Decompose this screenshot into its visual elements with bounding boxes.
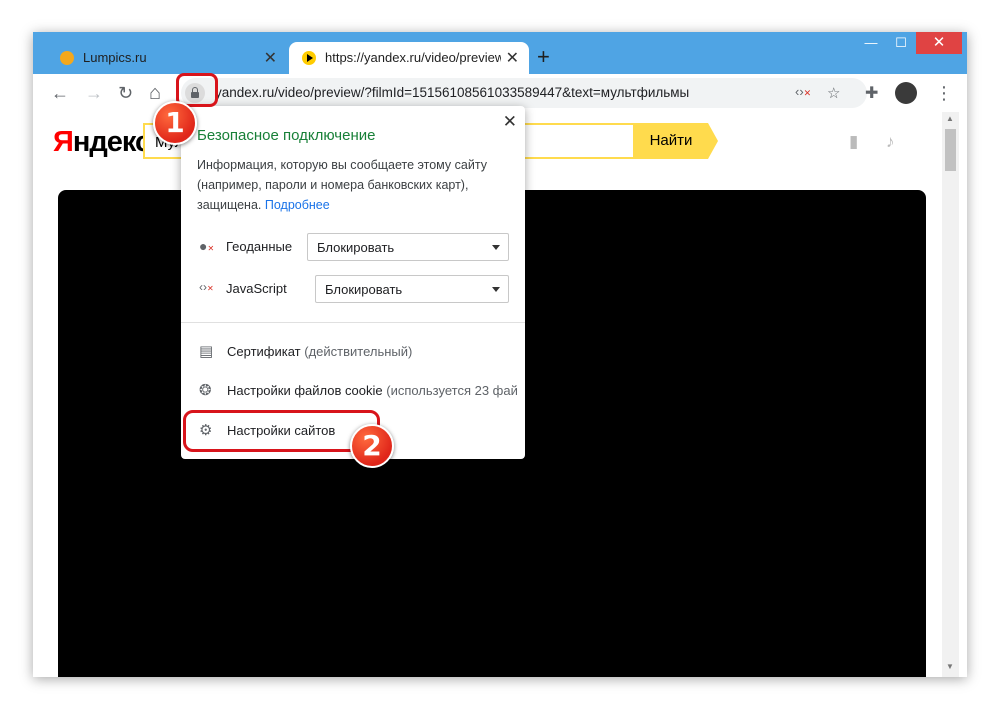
home-button[interactable]: ⌂ xyxy=(149,83,161,103)
tab-title: Lumpics.ru xyxy=(83,50,147,65)
blocked-script-icon[interactable]: ‹›✕ xyxy=(795,84,811,99)
yandex-video-favicon-icon xyxy=(302,51,316,65)
permission-label: JavaScript xyxy=(226,281,287,296)
site-info-popup: ✕ Безопасное подключение Информация, кот… xyxy=(181,106,525,459)
bookmarks-icon[interactable]: ▮ xyxy=(849,132,858,152)
chevron-down-icon xyxy=(492,287,500,292)
connection-description: Информация, которую вы сообщаете этому с… xyxy=(197,158,487,212)
reload-button[interactable]: ↻ xyxy=(118,83,133,103)
extensions-icon[interactable]: ✚ xyxy=(865,83,878,103)
star-icon[interactable]: ☆ xyxy=(827,84,840,102)
divider xyxy=(181,322,525,323)
permission-label: Геоданные xyxy=(226,239,293,254)
cookie-settings-link[interactable]: ❂ Настройки файлов cookie (используется … xyxy=(197,379,517,403)
permission-row-geolocation: ●✕ Геоданные Блокировать xyxy=(197,233,509,261)
profile-avatar[interactable] xyxy=(895,82,917,104)
back-button[interactable]: ← xyxy=(51,83,69,103)
tab-close-icon[interactable]: ✕ xyxy=(506,48,519,68)
forward-button[interactable]: → xyxy=(85,83,103,103)
certificate-icon: ▤ xyxy=(199,343,214,360)
cookie-icon: ❂ xyxy=(199,382,212,399)
scroll-up-icon[interactable]: ▲ xyxy=(946,114,954,123)
scrollbar[interactable]: ▲ ▼ xyxy=(942,112,959,677)
step-2-badge: 2 xyxy=(350,424,394,468)
tab-strip: Lumpics.ru ✕ https://yandex.ru/video/pre… xyxy=(33,32,967,74)
location-blocked-icon: ●✕ xyxy=(199,238,215,254)
learn-more-link[interactable]: Подробнее xyxy=(265,198,330,212)
chevron-down-icon xyxy=(492,245,500,250)
code-blocked-icon: ‹›✕ xyxy=(199,280,214,294)
connection-title: Безопасное подключение xyxy=(197,127,376,144)
tab-close-icon[interactable]: ✕ xyxy=(264,48,277,68)
bell-icon[interactable]: ♪ xyxy=(886,132,895,152)
tab-lumpics[interactable]: Lumpics.ru ✕ xyxy=(47,42,287,74)
certificate-link[interactable]: ▤ Сертификат (действительный) xyxy=(197,340,517,364)
tab-yandex-video[interactable]: https://yandex.ru/video/preview/ ✕ xyxy=(289,42,529,74)
search-button[interactable]: Найти xyxy=(634,123,708,159)
close-window-button[interactable]: ✕ xyxy=(916,32,962,54)
javascript-select[interactable]: Блокировать xyxy=(315,275,509,303)
step-1-badge: 1 xyxy=(153,101,197,145)
yandex-logo[interactable]: Яндекс xyxy=(53,126,151,159)
close-icon[interactable]: ✕ xyxy=(503,112,517,132)
maximize-button[interactable]: ☐ xyxy=(886,32,916,54)
search-button-arrow xyxy=(708,123,718,159)
address-bar[interactable]: yandex.ru/video/preview/?filmId=15156108… xyxy=(181,78,867,108)
new-tab-button[interactable]: + xyxy=(537,46,550,68)
menu-icon[interactable]: ⋮ xyxy=(935,83,953,104)
tab-title: https://yandex.ru/video/preview/ xyxy=(325,50,501,65)
geolocation-select[interactable]: Блокировать xyxy=(307,233,509,261)
lumpics-favicon-icon xyxy=(60,51,74,65)
permission-row-javascript: ‹›✕ JavaScript Блокировать xyxy=(197,275,509,303)
minimize-button[interactable]: — xyxy=(856,32,886,54)
scrollbar-thumb[interactable] xyxy=(945,129,956,171)
scroll-down-icon[interactable]: ▼ xyxy=(946,662,954,671)
url-text[interactable]: yandex.ru/video/preview/?filmId=15156108… xyxy=(215,85,689,100)
